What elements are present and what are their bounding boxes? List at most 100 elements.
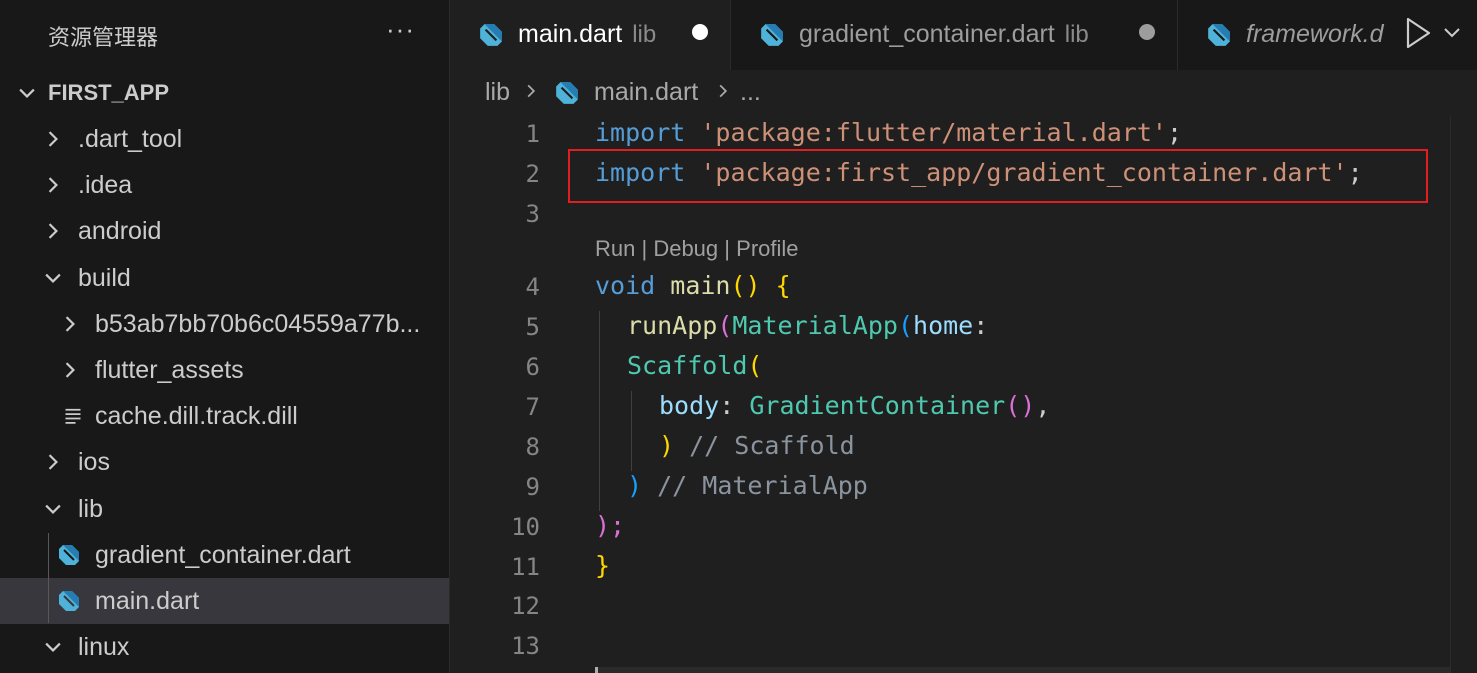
dart-file-icon: [56, 532, 82, 578]
tree-item-ios[interactable]: ios: [0, 439, 449, 485]
tree-item-label: main.dart: [95, 586, 200, 615]
tree-item-label: build: [78, 263, 131, 292]
tree-item-cache-dill[interactable]: cache.dill.track.dill: [0, 393, 449, 439]
breadcrumb-more[interactable]: ...: [740, 78, 761, 107]
tree-item-label: gradient_container.dart: [95, 540, 351, 569]
tree-item-android[interactable]: android: [0, 208, 449, 254]
unsaved-dot-icon[interactable]: [1139, 24, 1155, 40]
code-line-7: body: GradientContainer(),: [659, 391, 1051, 420]
run-icon[interactable]: [1403, 16, 1433, 55]
scroll-cursor-marker: [595, 667, 598, 673]
line-number: 11: [511, 553, 540, 581]
dart-file-icon: [478, 22, 504, 53]
minimap[interactable]: [1450, 116, 1477, 673]
indent-guide: [631, 391, 632, 471]
chevron-down-icon: [40, 255, 66, 301]
tab-dir: lib: [1064, 21, 1089, 48]
tree-root-first-app[interactable]: FIRST_APP: [0, 70, 449, 116]
tree-item-build-hash[interactable]: b53ab7bb70b6c04559a77b...: [0, 301, 449, 347]
dart-file-icon: [759, 22, 785, 53]
highlight-box: [568, 149, 1428, 203]
tree-item-dart-tool[interactable]: .dart_tool: [0, 116, 449, 162]
chevron-right-icon: [522, 80, 540, 109]
code-line-10: );: [595, 511, 626, 540]
tree-item-main-dart[interactable]: main.dart: [0, 578, 449, 624]
code-line-11: }: [595, 551, 611, 580]
chevron-right-icon: [57, 301, 83, 347]
line-number: 12: [511, 592, 540, 620]
chevron-right-icon: [40, 439, 66, 485]
tree-item-label: .dart_tool: [78, 124, 183, 153]
tree-item-label: flutter_assets: [95, 355, 244, 384]
tab-gradient-container[interactable]: gradient_container.dart lib: [731, 0, 1178, 70]
tree-item-linux[interactable]: linux: [0, 624, 449, 670]
explorer-sidebar: 资源管理器 ··· FIRST_APP .dart_tool .idea and…: [0, 0, 450, 673]
code-editor[interactable]: 1 2 3 4 5 6 7 8 9 10 11 12 13 import 'pa…: [450, 116, 1477, 673]
line-number: 3: [525, 200, 540, 228]
tab-main-dart[interactable]: main.dart lib: [450, 0, 731, 70]
explorer-header: 资源管理器 ···: [0, 0, 449, 70]
codelens-run[interactable]: Run: [595, 236, 635, 261]
text-file-icon: [60, 393, 86, 439]
line-number: 6: [525, 353, 540, 381]
tab-label: framework.d: [1246, 20, 1384, 48]
line-number: 8: [525, 433, 540, 461]
breadcrumb-lib[interactable]: lib: [485, 78, 510, 107]
codelens-separator: |: [724, 236, 731, 261]
tree-item-label: cache.dill.track.dill: [95, 401, 298, 430]
dart-file-icon: [554, 80, 580, 113]
tree-item-label: android: [78, 216, 162, 245]
indent-guide: [599, 311, 600, 511]
codelens: Run | Debug | Profile: [595, 236, 799, 262]
codelens-separator: |: [641, 236, 648, 261]
tab-label: main.dart: [518, 20, 623, 48]
tree-item-idea[interactable]: .idea: [0, 162, 449, 208]
chevron-right-icon: [714, 80, 732, 109]
line-number: 7: [525, 393, 540, 421]
chevron-right-icon: [57, 347, 83, 393]
tree-item-lib[interactable]: lib: [0, 486, 449, 532]
tree-root-label: FIRST_APP: [48, 80, 170, 105]
breadcrumb: lib main.dart ...: [450, 70, 1477, 116]
editor-tab-bar: main.dart lib gradient_container.dart lib …: [450, 0, 1477, 71]
tree-item-label: .idea: [78, 170, 133, 199]
line-number: 10: [511, 513, 540, 541]
tab-dir: lib: [632, 21, 657, 48]
chevron-right-icon: [40, 116, 66, 162]
tree-item-build[interactable]: build: [0, 255, 449, 301]
tree-item-label: linux: [78, 632, 130, 661]
code-line-4: void main() {: [595, 271, 791, 300]
chevron-down-icon: [14, 70, 40, 116]
breadcrumb-file[interactable]: main.dart: [594, 78, 698, 107]
horizontal-scrollbar[interactable]: [595, 667, 1450, 673]
tree-item-label: lib: [78, 494, 104, 523]
dart-file-icon: [56, 578, 82, 624]
code-line-9: ) // MaterialApp: [627, 471, 868, 500]
line-number: 9: [525, 473, 540, 501]
code-line-6: Scaffold(: [627, 351, 763, 380]
unsaved-dot-icon[interactable]: [692, 24, 708, 40]
chevron-right-icon: [40, 208, 66, 254]
tree-item-flutter-assets[interactable]: flutter_assets: [0, 347, 449, 393]
indent-guide: [48, 533, 49, 623]
more-actions-icon[interactable]: ···: [386, 14, 415, 45]
code-line-1: import 'package:flutter/material.dart';: [595, 118, 1183, 147]
tab-framework[interactable]: framework.d: [1178, 0, 1398, 70]
line-number: 2: [525, 160, 540, 188]
code-line-5: runApp(MaterialApp(home:: [627, 311, 989, 340]
tree-item-label: b53ab7bb70b6c04559a77b...: [95, 309, 421, 338]
line-number: 4: [525, 273, 540, 301]
code-line-8: ) // Scaffold: [659, 431, 855, 460]
codelens-profile[interactable]: Profile: [736, 236, 798, 261]
line-number: 5: [525, 313, 540, 341]
chevron-down-icon[interactable]: [1442, 24, 1462, 47]
line-number: 1: [525, 120, 540, 148]
codelens-debug[interactable]: Debug: [653, 236, 718, 261]
dart-file-icon: [1206, 22, 1232, 53]
chevron-down-icon: [40, 624, 66, 670]
explorer-title: 资源管理器: [48, 26, 159, 51]
tree-item-gradient-container[interactable]: gradient_container.dart: [0, 532, 449, 578]
tab-label: gradient_container.dart: [799, 20, 1055, 48]
tree-item-label: ios: [78, 447, 110, 476]
chevron-right-icon: [40, 162, 66, 208]
